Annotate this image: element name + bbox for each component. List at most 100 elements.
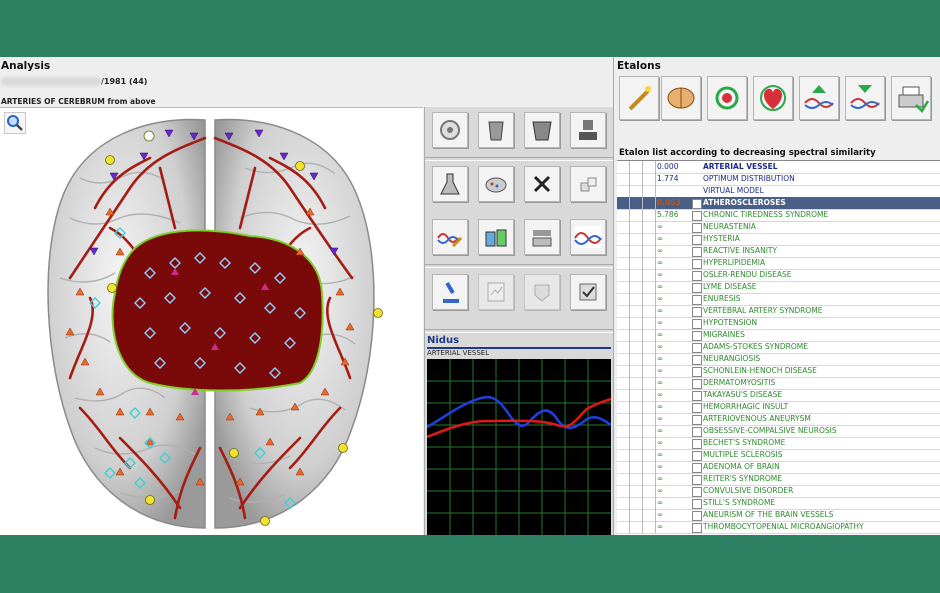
etalon-value: 0.000 — [657, 162, 679, 171]
etalon-cell — [617, 305, 630, 317]
cup-wide-button[interactable] — [524, 112, 560, 148]
etalon-checkbox[interactable] — [692, 247, 702, 257]
etalon-cell — [630, 161, 643, 173]
etalon-checkbox[interactable] — [692, 283, 702, 293]
etalon-value: ∞ — [657, 282, 664, 291]
pipette-button[interactable] — [478, 166, 514, 202]
analysis-panel: Analysis /1981 (44) ARTERIES OF CEREBRUM… — [0, 57, 424, 535]
brain-viewer[interactable] — [0, 107, 423, 535]
spectrum-down-button[interactable] — [845, 76, 885, 120]
etalon-checkbox[interactable] — [692, 379, 702, 389]
etalon-checkbox[interactable] — [692, 211, 702, 221]
etalon-checkbox[interactable] — [692, 487, 702, 497]
tag-button[interactable] — [524, 274, 560, 310]
etalon-cell — [630, 353, 643, 365]
etalon-value: ∞ — [657, 294, 664, 303]
etalon-cell — [617, 197, 630, 209]
etalon-cell — [630, 461, 643, 473]
etalon-cell — [630, 449, 643, 461]
organ-cycle-button[interactable] — [707, 76, 747, 120]
magic-wand-button[interactable] — [619, 76, 659, 120]
etalon-checkbox[interactable] — [692, 355, 702, 365]
stamp-check-icon — [579, 283, 597, 301]
etalon-checkbox[interactable] — [692, 271, 702, 281]
etalon-value: ∞ — [657, 378, 664, 387]
etalon-cell — [643, 293, 656, 305]
spectrum-up-icon — [804, 85, 834, 109]
stamp-check-button[interactable] — [570, 274, 606, 310]
etalon-checkbox[interactable] — [692, 451, 702, 461]
report-button[interactable] — [478, 274, 514, 310]
etalon-checkbox[interactable] — [692, 523, 702, 533]
etalon-value: ∞ — [657, 390, 664, 399]
etalon-cell — [617, 209, 630, 221]
etalon-checkbox[interactable] — [692, 235, 702, 245]
etalon-cell — [643, 245, 656, 257]
etalon-checkbox[interactable] — [692, 403, 702, 413]
heart-icon — [760, 85, 786, 111]
etalon-checkbox[interactable] — [692, 343, 702, 353]
etalon-value: ∞ — [657, 366, 664, 375]
etalon-name: ARTERIOVENOUS ANEURYSM — [703, 414, 811, 423]
signal-button[interactable] — [570, 219, 606, 255]
etalon-cell — [643, 185, 656, 197]
etalon-cell — [643, 281, 656, 293]
lesion-area[interactable] — [111, 229, 324, 392]
beakers-icon — [485, 229, 507, 247]
etalon-checkbox[interactable] — [692, 307, 702, 317]
etalon-checkbox[interactable] — [692, 259, 702, 269]
organ-cycle-icon — [715, 86, 739, 110]
etalon-checkbox[interactable] — [692, 223, 702, 233]
wave-pencil-button[interactable] — [432, 219, 468, 255]
etalon-checkbox[interactable] — [692, 475, 702, 485]
etalon-cell — [643, 389, 656, 401]
etalon-cell — [643, 461, 656, 473]
printer-button[interactable] — [891, 76, 931, 120]
cup-wide-icon — [532, 121, 552, 141]
target-button[interactable] — [432, 112, 468, 148]
zoom-button[interactable] — [4, 112, 26, 134]
etalon-checkbox[interactable] — [692, 331, 702, 341]
etalon-checkbox[interactable] — [692, 499, 702, 509]
etalon-checkbox[interactable] — [692, 427, 702, 437]
nidus-subtitle: ARTERIAL VESSEL — [427, 349, 490, 357]
etalon-checkbox[interactable] — [692, 439, 702, 449]
etalon-checkbox[interactable] — [692, 463, 702, 473]
etalon-cell — [617, 497, 630, 509]
flask-button[interactable] — [432, 166, 468, 202]
etalon-checkbox[interactable] — [692, 199, 702, 209]
etalon-cell — [630, 209, 643, 221]
etalon-checkbox[interactable] — [692, 367, 702, 377]
microscope-button[interactable] — [432, 274, 468, 310]
etalon-name: HYPOTENSION — [703, 318, 758, 327]
tray-button[interactable] — [524, 219, 560, 255]
etalon-checkbox[interactable] — [692, 511, 702, 521]
brain-button[interactable] — [661, 76, 701, 120]
etalon-list-caption: Etalon list according to decreasing spec… — [619, 148, 876, 158]
etalon-checkbox[interactable] — [692, 319, 702, 329]
cubes-button[interactable] — [570, 166, 606, 202]
etalon-cell — [617, 341, 630, 353]
spectrum-up-button[interactable] — [799, 76, 839, 120]
etalons-title: Etalons — [617, 60, 661, 72]
stamp-button[interactable] — [570, 112, 606, 148]
heart-button[interactable] — [753, 76, 793, 120]
etalon-checkbox[interactable] — [692, 415, 702, 425]
etalon-name: OPTIMUM DISTRIBUTION — [703, 174, 795, 183]
brain-icon — [667, 87, 695, 109]
etalon-row[interactable]: ∞ THROMBOCYTOPENIAL MICROANGIOPATHY — [617, 521, 940, 534]
etalon-cell — [643, 197, 656, 209]
close-button[interactable] — [524, 166, 560, 202]
etalon-checkbox[interactable] — [692, 295, 702, 305]
etalon-value: ∞ — [657, 474, 664, 483]
etalon-value: ∞ — [657, 354, 664, 363]
beakers-button[interactable] — [478, 219, 514, 255]
wave-pencil-icon — [437, 233, 463, 248]
etalon-name: VERTEBRAL ARTERY SYNDROME — [703, 306, 823, 315]
etalon-value: ∞ — [657, 330, 664, 339]
etalon-name: OSLER-RENDU DISEASE — [703, 270, 792, 279]
etalon-cell — [643, 365, 656, 377]
etalon-value: ∞ — [657, 306, 664, 315]
cup-button[interactable] — [478, 112, 514, 148]
etalon-checkbox[interactable] — [692, 391, 702, 401]
